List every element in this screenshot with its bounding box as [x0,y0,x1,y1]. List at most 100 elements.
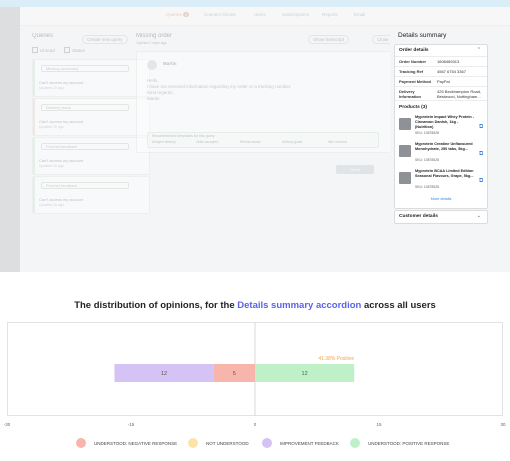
chevron-up-icon: ⌃ [476,47,481,53]
query-card[interactable]: Missing accessory Can't access my accoun… [32,59,150,97]
browser-strip [0,0,510,7]
tab-users[interactable]: Users [254,12,266,17]
query-summary: Can't access my account [39,158,84,163]
message-card: Martin Hello, I have not received inform… [136,51,403,153]
segment-label: 5 [233,371,236,377]
x-tick-label: -15 [128,422,135,427]
recommend-label: Recommended templates for this query [152,134,215,138]
products-header: Products (3) [399,105,427,110]
card-accent [33,138,35,174]
ui-screenshot: Queries 2 Connect Clients Users Subscrip… [0,0,510,272]
legend-swatch [76,438,86,448]
external-link-icon[interactable]: ⧉ [479,124,483,131]
show-transcript-button[interactable]: Show transcript [308,35,350,44]
external-link-icon[interactable]: ⧉ [479,178,483,185]
query-card[interactable]: Product feedback Can't access my account… [32,137,150,175]
query-summary: Can't access my account [39,80,84,85]
product-item: Myprotein BCAA Limited Edition Seasonal … [399,169,487,191]
legend-improvement: IMPROVEMENT FEEDBACK [262,438,339,448]
query-updated: Updated 2h ago [39,125,64,129]
chevron-down-icon: ⌄ [476,213,481,219]
order-details-accordion: Order details ⌃ Order Number 1608489313 T… [394,44,488,209]
segment-label: 12 [161,371,167,377]
conversation-title: Missing order [136,33,173,39]
query-tag: Missing accessory [41,65,129,72]
detail-row: Delivery Information 425 Beckhampton Road… [395,87,487,101]
more-details-link[interactable]: More details [395,197,487,201]
detail-row: Order Number 1608489313 [395,57,487,67]
template-tag[interactable]: Delayed delivery [152,140,176,144]
positive-annotation: 41.38% Positive [318,356,354,362]
product-name: Myprotein BCAA Limited Edition Seasonal … [415,169,474,178]
recommended-templates: Recommended templates for this query Del… [147,132,379,148]
filter-status[interactable]: Status [64,47,85,53]
app-sidebar [0,7,20,272]
legend-not-understood: NOT UNDERSTOOD [188,438,249,448]
x-tick-label: 30 [500,422,506,427]
tab-queries[interactable]: Queries 2 [166,12,190,17]
query-tag: Product feedback [41,182,129,189]
query-updated: Updated 2h ago [39,203,64,207]
customer-details-accordion[interactable]: Customer details ⌄ [394,210,488,224]
sender-name: Martin [163,61,177,66]
chart-title: The distribution of opinions, for the De… [74,300,436,311]
chart-title-highlight: Details summary accordion [237,300,362,311]
template-tag[interactable]: Refund issued [240,140,260,144]
avatar [147,60,157,70]
detail-row: Payment Method PayPal [395,77,487,87]
legend-negative: UNDERSTOOD: NEGATIVE RESPONSE [76,438,177,448]
query-card[interactable]: Delivery issue Can't access my account U… [32,98,150,136]
detail-row: Tracking Ref 4567 6754 3367 [395,67,487,77]
x-tick-label: -30 [4,422,11,427]
conversation-subtitle: Opened 2 days ago [136,41,167,45]
checkbox-icon [64,47,70,53]
query-summary: Can't access my account [39,197,84,202]
product-sku: SKU: 10878528 [415,131,439,135]
message-body: Hello, I have not received information r… [147,78,292,101]
queries-badge: 2 [183,12,190,17]
card-accent [33,99,35,135]
product-sku: SKU: 10878528 [415,158,439,162]
query-tag: Delivery issue [41,104,129,111]
legend-swatch [262,438,272,448]
template-tag[interactable]: Item returned [328,140,347,144]
product-image [399,118,411,130]
product-image [399,145,411,157]
tab-subscriptions[interactable]: Subscriptions [282,12,309,17]
query-updated: Updated 2h ago [39,86,64,90]
top-nav: Queries 2 Connect Clients Users Subscrip… [20,7,510,26]
details-summary-panel: Details summary Order details ⌃ Order Nu… [390,27,494,272]
query-updated: Updated 2h ago [39,164,64,168]
template-tag[interactable]: Order accepted [196,140,218,144]
filter-unread[interactable]: Unread [32,47,55,53]
card-accent [33,177,35,213]
product-image [399,172,411,184]
card-accent [33,60,35,96]
product-item: Myprotein Impact Whey Protein - Cinnamon… [399,115,487,137]
conversation-panel: Missing order Opened 2 days ago Show tra… [136,29,403,269]
tab-reports[interactable]: Reports [322,12,338,17]
order-details-header[interactable]: Order details ⌃ [395,45,487,57]
product-name: Myprotein Creatine Unflavoured Monohydra… [415,142,473,151]
external-link-icon[interactable]: ⧉ [479,151,483,158]
legend-swatch [350,438,360,448]
query-tag: Product feedback [41,143,129,150]
tab-email[interactable]: Email [354,12,365,17]
query-card[interactable]: Product feedback Can't access my account… [32,176,150,214]
template-tag[interactable]: Delivery guide [282,140,302,144]
distribution-chart: 5 12 12 41.38% Positive -30 -15 0 15 30 [4,322,506,427]
send-button[interactable]: Send [336,165,374,174]
legend-positive: UNDERSTOOD: POSITIVE RESPONSE [350,438,449,448]
checkbox-icon [32,47,38,53]
segment-label: 12 [302,371,308,377]
tab-connect-clients[interactable]: Connect Clients [204,12,236,17]
details-summary-title: Details summary [398,32,447,39]
legend-swatch [188,438,198,448]
chart-legend: UNDERSTOOD: NEGATIVE RESPONSE NOT UNDERS… [0,438,510,450]
product-name: Myprotein Impact Whey Protein - Cinnamon… [415,115,475,129]
x-tick-label: 15 [376,422,382,427]
queries-title: Queries [32,33,54,39]
create-query-button[interactable]: Create new query [82,35,128,44]
product-item: Myprotein Creatine Unflavoured Monohydra… [399,142,487,164]
product-sku: SKU: 10878528 [415,185,439,189]
